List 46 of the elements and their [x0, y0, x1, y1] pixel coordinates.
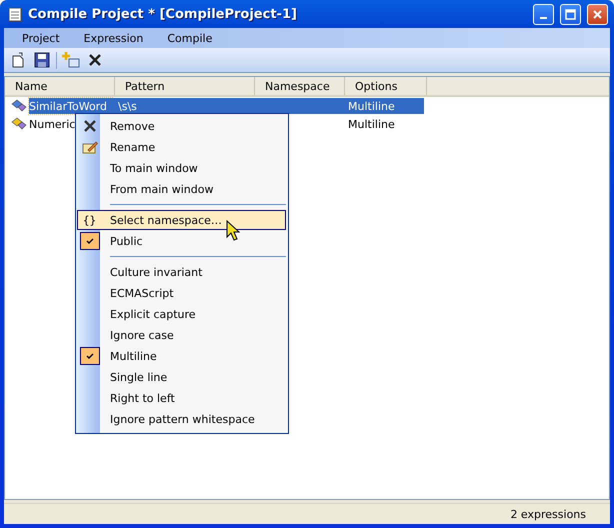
maximize-icon: [565, 8, 576, 20]
add-item-icon[interactable]: [62, 52, 80, 68]
menu-item[interactable]: Rename: [77, 137, 286, 157]
menu-item[interactable]: Expression: [72, 32, 156, 44]
check-icon: [80, 232, 100, 250]
menu-item[interactable]: Single line: [77, 367, 286, 387]
maximize-button[interactable]: [560, 4, 581, 24]
table-cell-text: Multiline: [347, 116, 396, 132]
menu-item[interactable]: Ignore pattern whitespace: [77, 409, 286, 429]
minimize-button[interactable]: [533, 4, 554, 24]
minimize-icon: [540, 17, 547, 19]
document-icon: [8, 6, 22, 22]
table-cell: Multiline: [342, 98, 424, 114]
menu-item[interactable]: Ignore case: [77, 325, 286, 345]
table-cell: \s\s: [112, 98, 252, 114]
status-text: 2 expressions: [510, 508, 586, 520]
menu-item[interactable]: Culture invariant: [77, 262, 286, 282]
menu-item[interactable]: ECMAScript: [77, 283, 286, 303]
save-icon[interactable]: [34, 52, 50, 68]
menu-item[interactable]: Project: [10, 32, 72, 44]
close-icon: [82, 119, 96, 133]
menu-item[interactable]: Public: [77, 231, 286, 251]
close-icon: [592, 8, 603, 20]
menu-item[interactable]: Explicit capture: [77, 304, 286, 324]
menu-item[interactable]: Remove: [77, 116, 286, 136]
pencil-icon: [82, 140, 98, 154]
close-button[interactable]: [587, 4, 608, 24]
window-title: Compile Project * [CompileProject-1]: [28, 6, 298, 22]
column-header[interactable]: Name: [5, 77, 115, 95]
table-cell[interactable]: SimilarToWord: [29, 98, 112, 114]
column-header[interactable]: Pattern: [115, 77, 255, 95]
mouse-pointer-icon: [226, 220, 240, 242]
braces-glyph: {}: [82, 214, 96, 226]
new-document-icon[interactable]: [11, 52, 25, 68]
expression-icon: [11, 99, 27, 113]
menu-item[interactable]: {} Select namespace…: [77, 210, 286, 230]
check-icon: [80, 347, 100, 365]
column-header[interactable]: Options: [345, 77, 427, 95]
column-header[interactable]: Namespace: [255, 77, 345, 95]
menu-item[interactable]: To main window: [77, 158, 286, 178]
menu-item[interactable]: Multiline: [77, 346, 286, 366]
menu-item[interactable]: Right to left: [77, 388, 286, 408]
delete-icon[interactable]: [88, 53, 102, 67]
menu-item[interactable]: Compile: [155, 32, 224, 44]
expression-icon: [11, 117, 27, 131]
menu-item[interactable]: From main window: [77, 179, 286, 199]
